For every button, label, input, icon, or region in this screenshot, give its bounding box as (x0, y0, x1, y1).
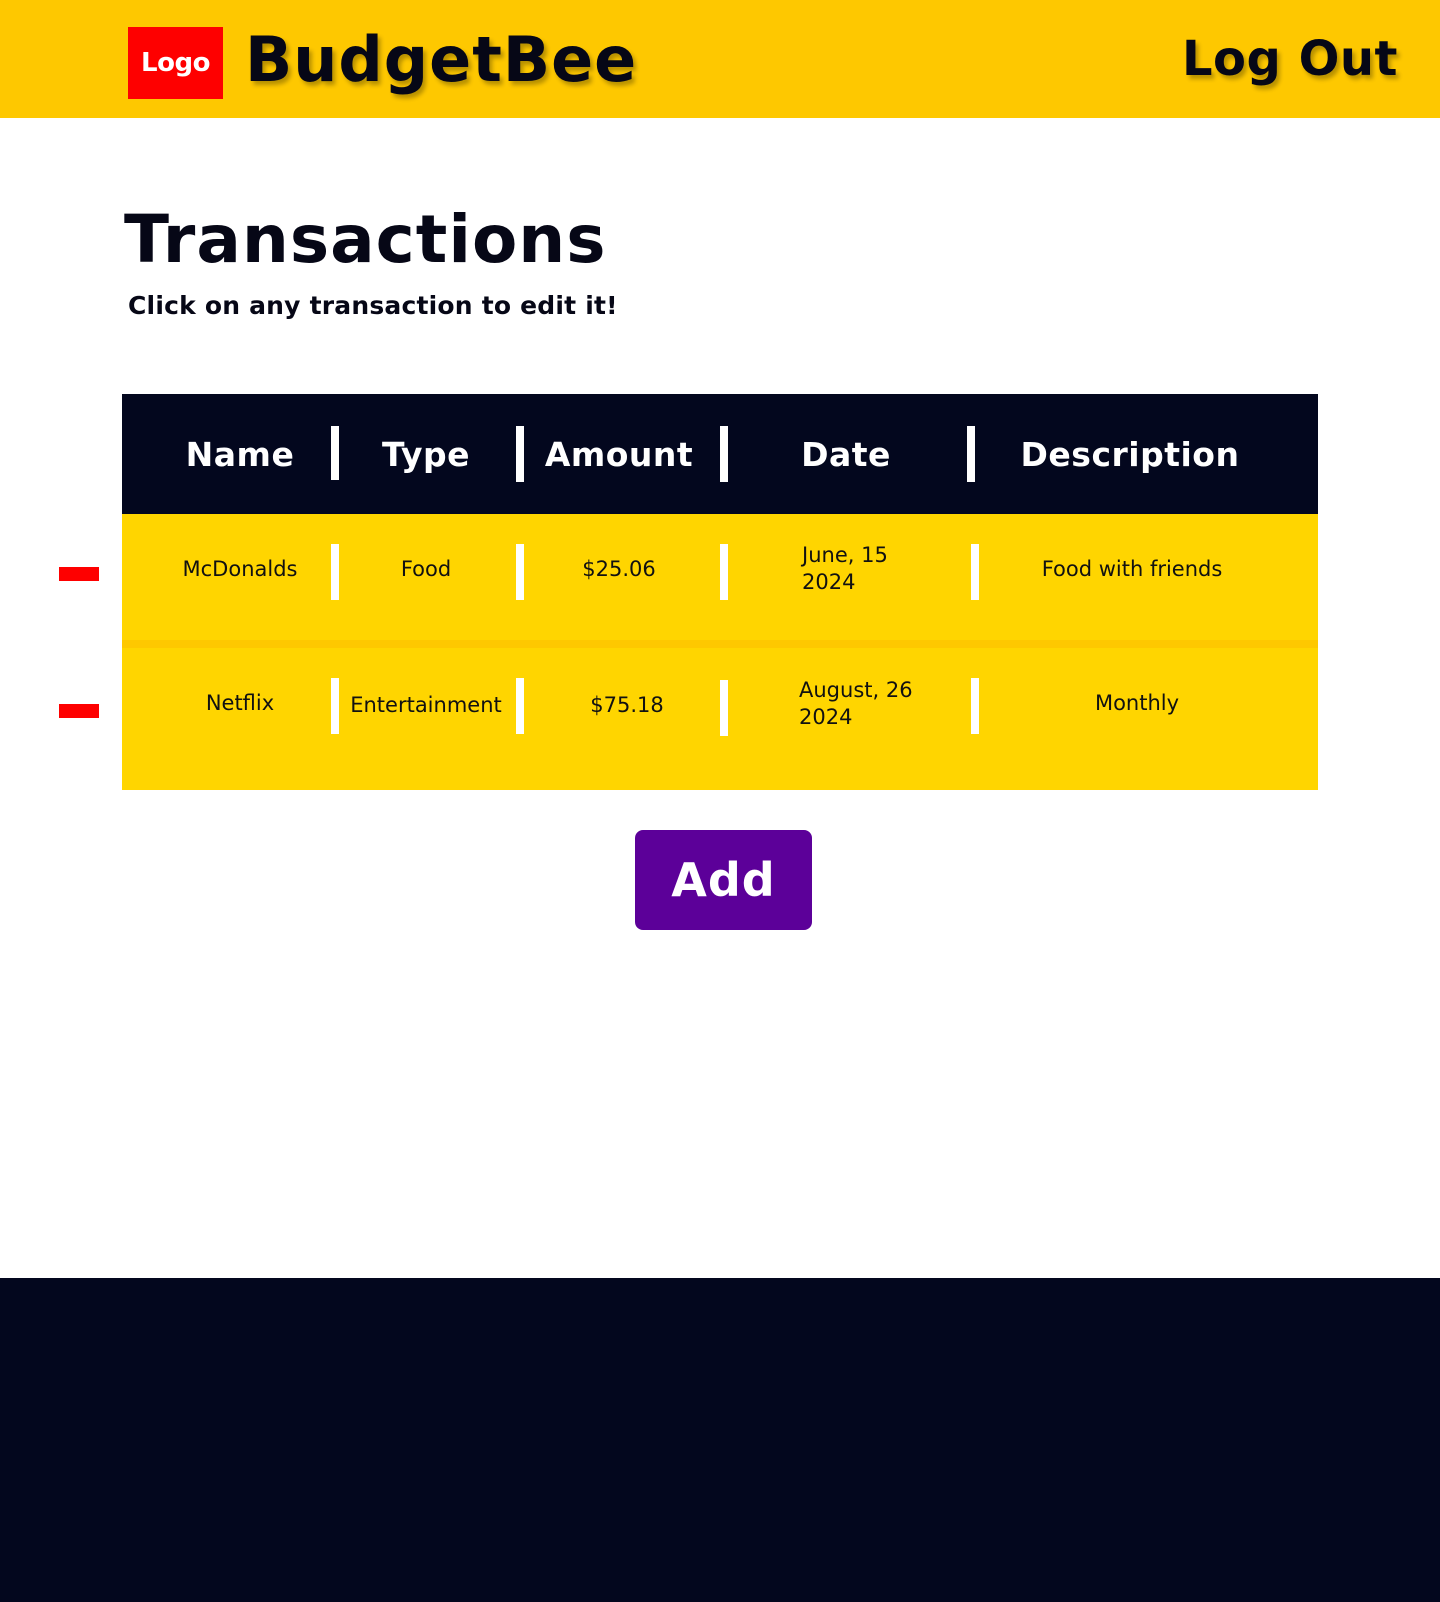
logout-button[interactable]: Log Out (1182, 26, 1398, 92)
column-header-name: Name (185, 434, 295, 474)
cell-description: Food with friends (1041, 556, 1223, 581)
column-divider (720, 426, 728, 482)
row-divider (122, 640, 1318, 648)
page-title: Transactions (124, 201, 607, 278)
column-header-date: Date (801, 434, 891, 474)
cell-description: Monthly (1094, 690, 1180, 715)
cell-name: Netflix (205, 690, 275, 715)
cell-name: McDonalds (182, 556, 298, 581)
remove-row-minus-icon[interactable] (59, 704, 99, 718)
column-header-amount: Amount (544, 434, 694, 474)
cell-date: June, 15 2024 (802, 543, 888, 594)
cell-type: Food (400, 556, 452, 581)
column-divider (331, 426, 339, 480)
column-divider (331, 544, 339, 600)
row-divider (122, 782, 1318, 790)
table-row[interactable]: McDonalds Food $25.06 June, 15 2024 Food… (122, 514, 1318, 640)
table-header: Name Type Amount Date Description (122, 394, 1318, 514)
column-divider (516, 544, 524, 600)
column-divider (971, 678, 979, 734)
column-divider (516, 678, 524, 734)
column-header-description: Description (1020, 434, 1240, 474)
transactions-table: Name Type Amount Date Description McDona… (122, 394, 1318, 790)
add-transaction-button[interactable]: Add (635, 830, 812, 930)
cell-amount: $75.18 (590, 692, 664, 717)
cell-date: August, 26 2024 (799, 678, 913, 729)
page-subtitle: Click on any transaction to edit it! (128, 291, 618, 320)
cell-amount: $25.06 (582, 556, 656, 581)
top-header: Logo BudgetBee Log Out (0, 0, 1440, 118)
column-header-type: Type (381, 434, 471, 474)
app-name: BudgetBee (245, 23, 638, 96)
table-row[interactable]: Netflix Entertainment $75.18 August, 26 … (122, 648, 1318, 782)
footer (0, 1278, 1440, 1602)
logo: Logo (128, 27, 223, 99)
remove-row-minus-icon[interactable] (59, 567, 99, 581)
column-divider (331, 678, 339, 734)
column-divider (971, 544, 979, 600)
cell-type: Entertainment (350, 692, 502, 717)
column-divider (967, 426, 975, 482)
column-divider (720, 544, 728, 600)
column-divider (720, 680, 728, 736)
column-divider (516, 426, 524, 482)
